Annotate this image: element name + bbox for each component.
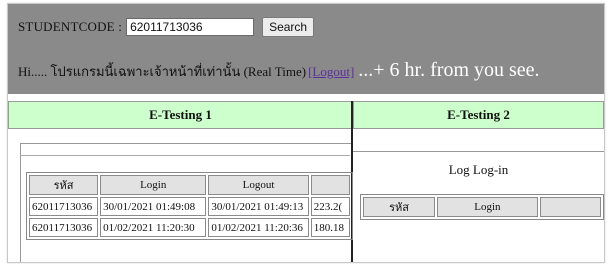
search-button[interactable]: Search [262, 17, 315, 37]
cell-login: 30/01/2021 01:49:08 [100, 197, 207, 216]
cell-code: 62011713036 [29, 218, 99, 237]
table-row: 62011713036 01/02/2021 11:20:30 01/02/20… [29, 218, 350, 237]
cell-logout: 30/01/2021 01:49:13 [208, 197, 309, 216]
col-header-ip [310, 175, 350, 195]
app-window: STUDENTCODE : Search Hi..... โปรแกรมนี้เ… [7, 3, 605, 263]
cell-ip: 223.2( [310, 197, 350, 216]
cell-ip: 180.18 [310, 218, 350, 237]
info-row: Hi..... โปรแกรมนี้เฉพาะเจ้าหน้าที่เท่านั… [18, 59, 540, 82]
col-header-login: Login [100, 175, 207, 195]
col-header-logout: Logout [208, 175, 309, 195]
panel1-header: E-Testing 1 [8, 101, 353, 129]
search-row: STUDENTCODE : Search [18, 16, 315, 38]
panel2-header-row: รหัส Login [363, 197, 601, 217]
greeting-text: Hi..... โปรแกรมนี้เฉพาะเจ้าหน้าที่เท่านั… [18, 64, 307, 79]
panel2-log-table: รหัส Login [360, 194, 604, 220]
panel2-log-title: Log Log-in [448, 162, 509, 177]
table-row: 62011713036 30/01/2021 01:49:08 30/01/20… [29, 197, 350, 216]
top-bar: STUDENTCODE : Search Hi..... โปรแกรมนี้เ… [8, 4, 604, 94]
studentcode-input[interactable] [126, 18, 255, 36]
panel1-table-clip: รหัส Login Logout 62011713036 30/01/2021… [26, 172, 353, 262]
col-header-logout [539, 197, 601, 217]
logout-link[interactable]: [Logout] [308, 64, 354, 80]
studentcode-label: STUDENTCODE : [18, 19, 123, 34]
panel1-separator [20, 155, 350, 156]
timezone-note: ...+ 6 hr. from you see. [358, 59, 540, 81]
cell-code: 62011713036 [29, 197, 99, 216]
col-header-code: รหัส [363, 197, 436, 217]
cell-logout: 01/02/2021 11:20:36 [208, 218, 309, 237]
panel2-header: E-Testing 2 [353, 101, 604, 129]
panel2-table-clip: รหัส Login [360, 194, 604, 262]
panel1-log-table: รหัส Login Logout 62011713036 30/01/2021… [26, 172, 353, 240]
panel1-header-row: รหัส Login Logout [29, 175, 350, 195]
cell-login: 01/02/2021 11:20:30 [100, 218, 207, 237]
col-header-login: Login [437, 197, 538, 217]
col-header-code: รหัส [29, 175, 99, 195]
